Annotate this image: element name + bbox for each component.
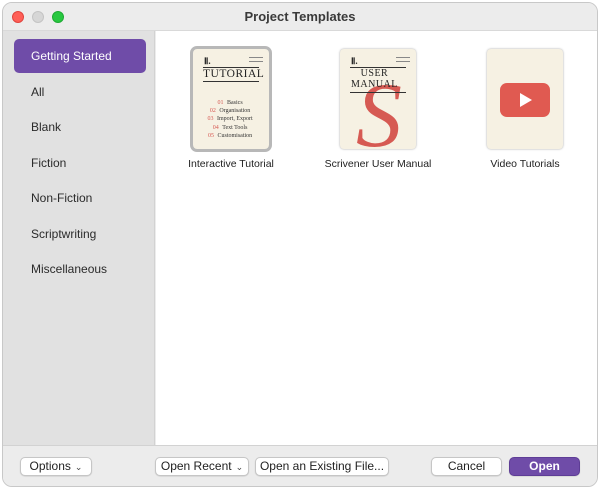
sidebar-item-all[interactable]: All xyxy=(14,75,146,109)
project-templates-window: Project Templates Getting Started All Bl… xyxy=(2,2,598,487)
chevron-down-icon: ⌄ xyxy=(74,462,83,472)
thumbnail-title: TUTORIAL xyxy=(203,68,265,80)
toc-item: 04 Text Tools xyxy=(212,124,248,131)
window-title: Project Templates xyxy=(244,9,356,24)
footer-bar: Options ⌄ Open Recent ⌄ Open an Existing F… xyxy=(3,445,597,486)
divider xyxy=(350,92,406,93)
toc-item: 05 Customisation xyxy=(208,132,253,139)
thumbnail-title: USER MANUAL xyxy=(351,68,398,90)
toc-item: 03 Import, Export xyxy=(207,116,253,123)
template-caption: Interactive Tutorial xyxy=(188,158,274,170)
template-video-tutorials[interactable]: Video Tutorials xyxy=(465,49,585,170)
options-button[interactable]: Options ⌄ xyxy=(20,457,92,476)
sidebar-item-getting-started[interactable]: Getting Started xyxy=(14,39,146,73)
template-grid: Ⅱ. TUTORIAL 01 Basics 02 Organisation 03 Im… xyxy=(156,31,597,445)
toc-item: 01 Basics xyxy=(217,100,243,106)
divider xyxy=(203,81,259,82)
template-user-manual[interactable]: Ⅱ. S USER MANUAL Scrivener User Manual xyxy=(318,49,438,170)
category-sidebar: Getting Started All Blank Fiction Non-Fi… xyxy=(3,31,155,445)
sidebar-item-scriptwriting[interactable]: Scriptwriting xyxy=(14,217,146,251)
header-lines xyxy=(396,57,410,62)
open-existing-file-button[interactable]: Open an Existing File... xyxy=(255,457,389,476)
scrivener-logo: Ⅱ. xyxy=(204,56,211,66)
header-lines xyxy=(249,57,263,62)
sidebar-item-non-fiction[interactable]: Non-Fiction xyxy=(14,181,146,215)
play-icon xyxy=(500,83,550,117)
title-bar: Project Templates xyxy=(3,3,597,31)
cancel-button[interactable]: Cancel xyxy=(431,457,502,476)
template-thumbnail[interactable] xyxy=(487,49,563,149)
sidebar-item-blank[interactable]: Blank xyxy=(14,110,146,144)
table-of-contents: 01 Basics 02 Organisation 03 Import, Export… xyxy=(204,99,253,140)
template-thumbnail[interactable]: Ⅱ. TUTORIAL 01 Basics 02 Organisation 03 Im… xyxy=(190,46,272,152)
template-caption: Video Tutorials xyxy=(490,158,560,170)
chevron-down-icon: ⌄ xyxy=(235,462,244,472)
open-button[interactable]: Open xyxy=(509,457,580,476)
template-interactive-tutorial[interactable]: Ⅱ. TUTORIAL 01 Basics 02 Organisation 03 Im… xyxy=(171,46,291,170)
toc-item: 02 Organisation xyxy=(209,108,251,115)
open-recent-button[interactable]: Open Recent ⌄ xyxy=(155,457,249,476)
sidebar-item-fiction[interactable]: Fiction xyxy=(14,146,146,180)
sidebar-item-miscellaneous[interactable]: Miscellaneous xyxy=(14,252,146,286)
template-thumbnail[interactable]: Ⅱ. S USER MANUAL xyxy=(340,49,416,149)
template-caption: Scrivener User Manual xyxy=(324,158,432,170)
